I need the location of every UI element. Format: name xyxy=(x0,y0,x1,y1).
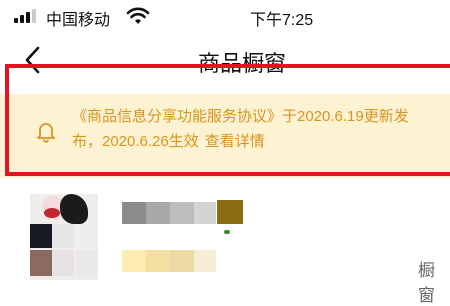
wifi-icon xyxy=(126,7,150,24)
showcase-label: 橱窗 xyxy=(418,261,435,305)
nav-bar: 商品橱窗 xyxy=(0,32,450,94)
bell-icon xyxy=(37,123,55,143)
signal-bars-icon xyxy=(14,9,40,23)
notice-text: 《商品信息分享功能服务协议》于2020.6.19更新发 布，2020.6.26生… xyxy=(72,104,450,154)
page-title: 商品橱窗 xyxy=(197,51,286,76)
product-thumbnail xyxy=(30,194,98,280)
notice-line-2: 布，2020.6.26生效 xyxy=(72,133,199,150)
notice-banner: 《商品信息分享功能服务协议》于2020.6.19更新发 布，2020.6.26生… xyxy=(0,94,450,178)
notice-line-2-wrap: 布，2020.6.26生效 查看详情 xyxy=(72,129,450,154)
carrier-name: 中国移动 xyxy=(46,12,111,29)
product-item[interactable]: 橱窗 xyxy=(0,186,450,305)
notice-line-1: 《商品信息分享功能服务协议》于2020.6.19更新发 xyxy=(72,108,409,125)
view-details-link[interactable]: 查看详情 xyxy=(205,133,265,150)
status-bar: 中国移动 下午7:25 xyxy=(0,0,450,32)
status-time: 下午7:25 xyxy=(250,12,314,29)
